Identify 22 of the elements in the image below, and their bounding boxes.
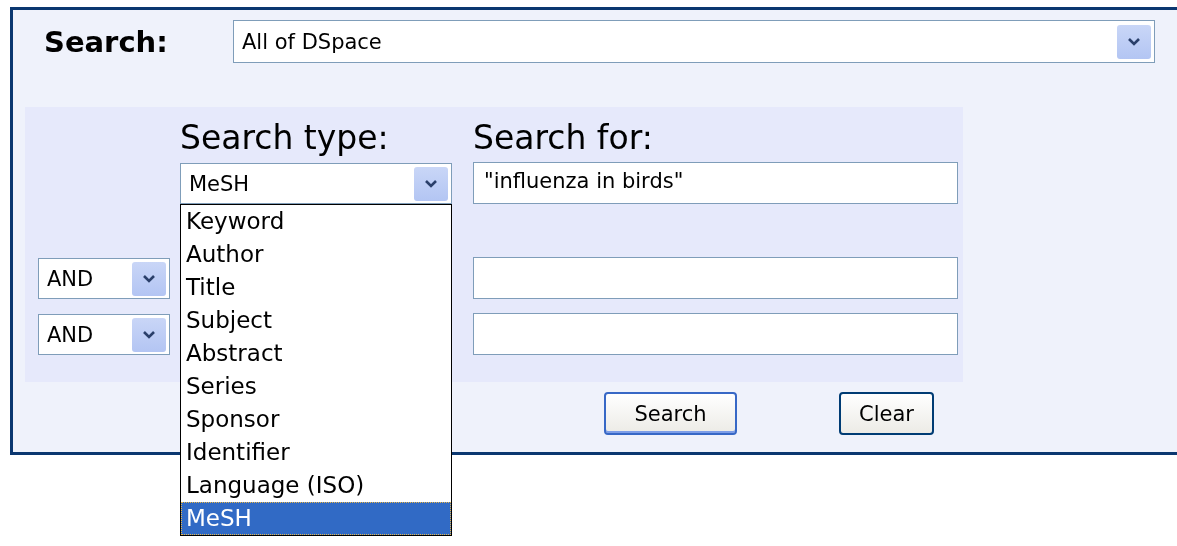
scope-select[interactable]: All of DSpace [233,20,1155,63]
search-label: Search: [44,24,169,59]
search-input-field[interactable] [473,257,958,299]
search-type-option[interactable]: Title [181,271,451,304]
search-type-option[interactable]: Keyword [181,205,451,238]
search-type-option[interactable]: Author [181,238,451,271]
search-input-field[interactable]: "influenza in birds" [473,162,958,204]
search-type-option[interactable]: Abstract [181,337,451,370]
search-input-field[interactable] [473,313,958,355]
search-type-heading: Search type: [180,118,390,158]
search-type-option[interactable]: Language (ISO) [181,469,451,502]
search-type-option[interactable]: Identifier [181,436,451,469]
search-type-option[interactable]: Series [181,370,451,403]
search-for-heading: Search for: [473,118,654,158]
conjunction-select[interactable]: AND [38,258,170,299]
search-type-option[interactable]: MeSH [181,502,451,535]
search-type-select[interactable]: MeSH [180,163,452,204]
search-type-option[interactable]: Sponsor [181,403,451,436]
clear-button[interactable]: Clear [839,392,934,435]
conjunction-select[interactable]: AND [38,314,170,355]
search-type-option[interactable]: Subject [181,304,451,337]
search-button[interactable]: Search [604,392,737,435]
